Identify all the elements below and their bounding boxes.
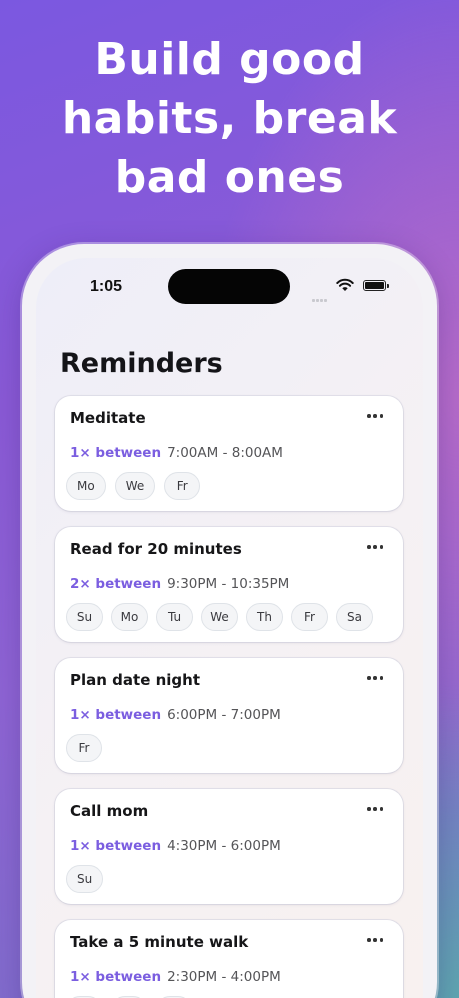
more-options-icon[interactable] [367,938,383,942]
day-chip-mo[interactable]: Mo [66,472,106,500]
headline-line-2: habits, break [61,93,398,144]
reminder-frequency: 2× between [70,576,162,592]
headline: Build good habits, break bad ones [0,30,459,207]
reminder-card[interactable]: Call mom 1× between 4:30PM - 6:00PM Su [55,789,403,904]
day-chip-we[interactable]: We [114,472,156,500]
reminder-title: Take a 5 minute walk [70,933,249,951]
day-chip-sa[interactable]: Sa [336,603,373,631]
reminder-schedule: 2× between 9:30PM - 10:35PM [70,576,289,592]
day-chip-su[interactable]: Su [66,865,104,893]
reminder-title: Plan date night [70,671,200,689]
reminder-card[interactable]: Meditate 1× between 7:00AM - 8:00AM Mo We… [55,396,403,511]
day-chip-tu[interactable]: Tu [156,603,193,631]
reminder-title: Read for 20 minutes [70,540,242,558]
day-chip-fr[interactable]: Fr [291,603,328,631]
reminder-schedule: 1× between 6:00PM - 7:00PM [70,707,281,723]
day-chip-th[interactable]: Th [246,603,283,631]
status-time: 1:05 [90,278,123,295]
more-options-icon[interactable] [367,676,383,680]
reminder-days: Mo We Fr [66,472,201,500]
reminder-schedule: 1× between 7:00AM - 8:00AM [70,445,283,461]
cellular-signal-icon [312,287,328,306]
headline-line-3: bad ones [114,152,345,203]
wifi-icon [336,278,354,291]
reminder-frequency: 1× between [70,969,162,985]
day-chip-mo[interactable]: Mo [111,603,148,631]
day-chip-fr[interactable]: Fr [66,734,102,762]
reminder-time-range: 2:30PM - 4:00PM [167,969,281,985]
reminder-schedule: 1× between 2:30PM - 4:00PM [70,969,281,985]
reminder-card[interactable]: Plan date night 1× between 6:00PM - 7:00P… [55,658,403,773]
day-chip-su[interactable]: Su [66,603,103,631]
day-chip-we[interactable]: We [201,603,238,631]
reminder-days: Su Mo Tu We Th Fr Sa [66,603,373,631]
reminder-frequency: 1× between [70,707,162,723]
phone-frame: 1:05 Reminders Meditate 1× between 7:00AM… [22,244,437,998]
day-chip-fr[interactable]: Fr [164,472,201,500]
battery-icon [363,280,389,291]
reminder-frequency: 1× between [70,838,162,854]
reminder-frequency: 1× between [70,445,162,461]
reminder-card[interactable]: Take a 5 minute walk 1× between 2:30PM - … [55,920,403,998]
dynamic-island [168,269,290,304]
reminder-time-range: 9:30PM - 10:35PM [167,576,290,592]
reminder-time-range: 6:00PM - 7:00PM [167,707,281,723]
reminder-days: Su [66,865,104,893]
reminder-days: Fr [66,734,102,762]
reminder-time-range: 4:30PM - 6:00PM [167,838,281,854]
headline-line-1: Build good [94,34,365,85]
more-options-icon[interactable] [367,414,383,418]
page-title: Reminders [60,348,223,379]
reminder-time-range: 7:00AM - 8:00AM [167,445,283,461]
reminder-title: Call mom [70,802,149,820]
reminder-schedule: 1× between 4:30PM - 6:00PM [70,838,281,854]
reminder-card[interactable]: Read for 20 minutes 2× between 9:30PM - 1… [55,527,403,642]
more-options-icon[interactable] [367,545,383,549]
reminder-title: Meditate [70,409,146,427]
more-options-icon[interactable] [367,807,383,811]
phone-screen: 1:05 Reminders Meditate 1× between 7:00AM… [36,258,423,998]
